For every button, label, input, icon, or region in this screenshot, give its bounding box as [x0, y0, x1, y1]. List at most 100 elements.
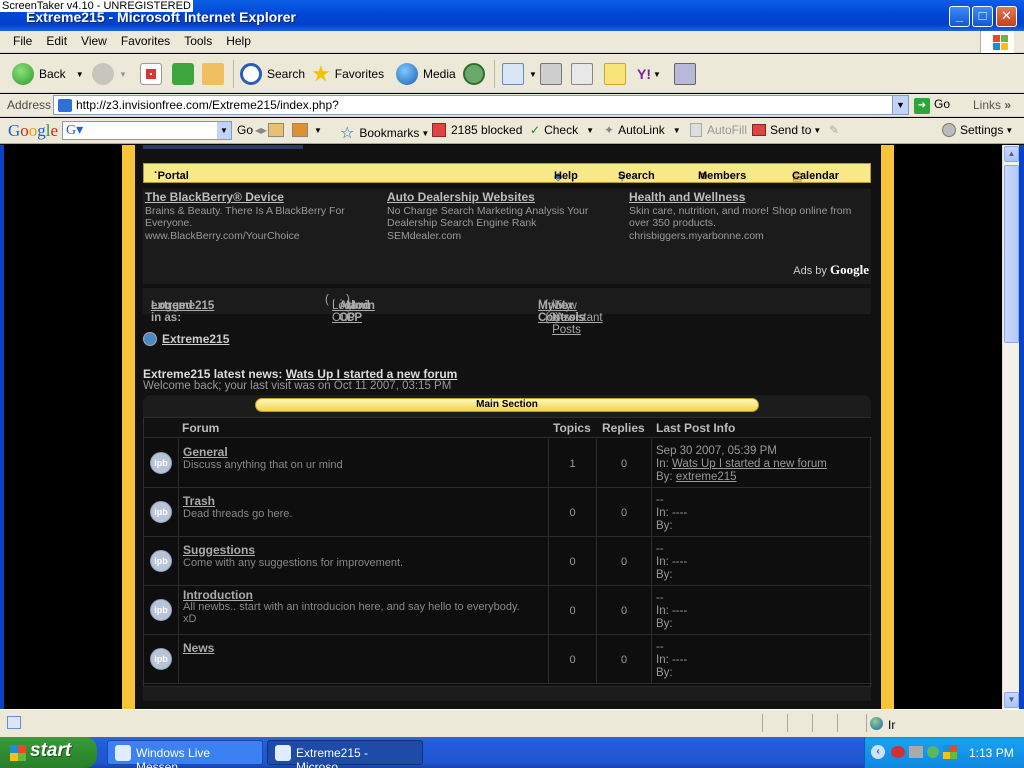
menu-favorites[interactable]: Favorites: [114, 31, 177, 51]
modcp-link[interactable]: Mod CP: [346, 300, 370, 324]
menu-file[interactable]: File: [6, 31, 39, 51]
tray-network-icon[interactable]: [909, 746, 923, 758]
check-label: Check: [544, 123, 579, 137]
scroll-thumb[interactable]: [1004, 165, 1019, 343]
start-button[interactable]: start: [0, 737, 97, 768]
minimize-button[interactable]: _: [949, 6, 970, 27]
google-search-input[interactable]: G▾ ▼: [62, 121, 232, 140]
home-button[interactable]: [202, 60, 229, 88]
maximize-button[interactable]: □: [972, 6, 993, 27]
ad-item[interactable]: Auto Dealership Websites No Charge Searc…: [387, 191, 625, 242]
sendto-button[interactable]: Send to ▼: [752, 123, 821, 137]
forum-link[interactable]: Suggestions: [183, 543, 255, 557]
history-button[interactable]: [463, 60, 490, 88]
google-news-icon[interactable]: [268, 123, 284, 137]
research-button[interactable]: [674, 60, 701, 88]
category-title[interactable]: Main Section: [255, 398, 759, 412]
tray-eye-icon[interactable]: [891, 746, 905, 758]
stop-button[interactable]: [140, 60, 167, 88]
links-toolbar[interactable]: Links »: [973, 98, 1011, 112]
forum-link[interactable]: News: [183, 641, 214, 655]
taskbar-item-messenger[interactable]: Windows Live Messen...: [107, 740, 263, 768]
menu-view[interactable]: View: [74, 31, 114, 51]
popup-blocker-button[interactable]: 2185 blocked: [432, 123, 522, 137]
col-last-post: Last Post Info: [656, 421, 736, 435]
highlight-icon[interactable]: ✎: [829, 123, 839, 137]
breadcrumb[interactable]: Extreme215: [143, 332, 229, 346]
forum-link[interactable]: Introduction: [183, 588, 253, 602]
autolink-wand-icon: ✦: [604, 123, 615, 137]
go-button[interactable]: ➜ Go: [914, 97, 950, 114]
ad-title[interactable]: The BlackBerry® Device: [145, 191, 383, 204]
edit-button[interactable]: [571, 60, 598, 88]
assistant-link[interactable]: My Assistant: [556, 300, 603, 324]
yahoo-button[interactable]: Y! ▼: [637, 60, 661, 88]
mail-dropdown-icon[interactable]: ▼: [529, 70, 537, 79]
ad-text: No Charge Search Marketing Analysis Your…: [387, 204, 589, 230]
spellcheck-button[interactable]: ✓ Check ▼: [530, 123, 594, 137]
last-post-topic-link[interactable]: Wats Up I started a new forum: [672, 458, 827, 470]
last-post-date: --: [656, 641, 664, 653]
bookmarks-button[interactable]: ☆ Bookmarks ▼: [340, 123, 429, 143]
tray-expand-icon[interactable]: ‹: [871, 745, 885, 759]
tray-flag-icon[interactable]: [943, 745, 957, 759]
notes-button[interactable]: [604, 60, 631, 88]
ad-title[interactable]: Health and Wellness: [629, 191, 867, 204]
google-puzzle-icon[interactable]: ▼: [292, 123, 322, 137]
ad-item[interactable]: The BlackBerry® Device Brains & Beauty. …: [145, 191, 383, 242]
search-button[interactable]: Search: [240, 60, 305, 88]
media-button[interactable]: Media: [396, 60, 456, 88]
back-button[interactable]: Back ▼: [12, 60, 84, 88]
topics-count: 0: [549, 635, 597, 684]
forum-link[interactable]: General: [183, 445, 228, 459]
autofill-icon: [690, 123, 702, 137]
google-go-label: Go: [237, 123, 254, 137]
username-link[interactable]: extreme215: [151, 300, 214, 312]
menu-tools[interactable]: Tools: [177, 31, 219, 51]
status-pane: [812, 714, 813, 732]
clock[interactable]: 1:13 PM: [969, 746, 1014, 760]
breadcrumb-link[interactable]: Extreme215: [162, 332, 229, 346]
refresh-button[interactable]: [172, 60, 199, 88]
address-dropdown-icon[interactable]: ▼: [892, 96, 908, 114]
scroll-down-icon[interactable]: ▼: [1004, 692, 1019, 708]
ads-by-google[interactable]: Ads by Google: [793, 263, 869, 278]
blocked-count: 2185 blocked: [451, 123, 523, 137]
autofill-button[interactable]: AutoFill: [690, 123, 747, 137]
google-options-icon[interactable]: ◂▸: [255, 123, 267, 137]
table-footer: [143, 687, 871, 701]
close-button[interactable]: ✕: [996, 6, 1017, 27]
sendto-label: Send to: [770, 123, 812, 137]
forum-link[interactable]: Trash: [183, 494, 215, 508]
forum-status-icon: ipb: [150, 550, 172, 572]
menu-help[interactable]: Help: [219, 31, 258, 51]
taskbar-item-ie[interactable]: Extreme215 - Microso...: [267, 740, 423, 768]
nav-portal[interactable]: · Portal: [154, 167, 189, 182]
settings-label: Settings: [960, 123, 1004, 137]
tray-messenger-icon[interactable]: [927, 746, 939, 758]
back-arrow-icon: [12, 63, 34, 85]
ad-text: Brains & Beauty. There Is A BlackBerry F…: [145, 204, 345, 230]
last-post-date: --: [656, 543, 664, 555]
yahoo-dropdown-icon[interactable]: ▼: [653, 70, 661, 79]
vertical-scrollbar[interactable]: ▲ ▼: [1002, 145, 1019, 709]
menu-edit[interactable]: Edit: [39, 31, 74, 51]
forward-button[interactable]: ▼: [92, 60, 127, 88]
last-post-author-link[interactable]: extreme215: [676, 471, 737, 483]
print-button[interactable]: [540, 60, 567, 88]
autolink-button[interactable]: ✦ AutoLink ▼: [604, 123, 681, 137]
google-search-dropdown-icon[interactable]: ▼: [217, 122, 231, 139]
news-link[interactable]: Wats Up I started a new forum: [286, 367, 458, 381]
google-go-button[interactable]: Go: [237, 123, 253, 137]
ad-title[interactable]: Auto Dealership Websites: [387, 191, 625, 204]
ie-icon: [275, 745, 291, 761]
favorites-button[interactable]: ★ Favorites: [311, 60, 384, 88]
mail-button[interactable]: ▼: [502, 60, 537, 88]
last-post-by-label: By:: [656, 569, 673, 581]
ad-item[interactable]: Health and Wellness Skin care, nutrition…: [629, 191, 867, 242]
address-input[interactable]: http://z3.invisionfree.com/Extreme215/in…: [53, 95, 909, 115]
forum-status-icon: ipb: [150, 648, 172, 670]
scroll-up-icon[interactable]: ▲: [1004, 146, 1019, 162]
back-dropdown-icon[interactable]: ▼: [76, 70, 84, 79]
settings-button[interactable]: Settings ▼: [942, 123, 1013, 137]
